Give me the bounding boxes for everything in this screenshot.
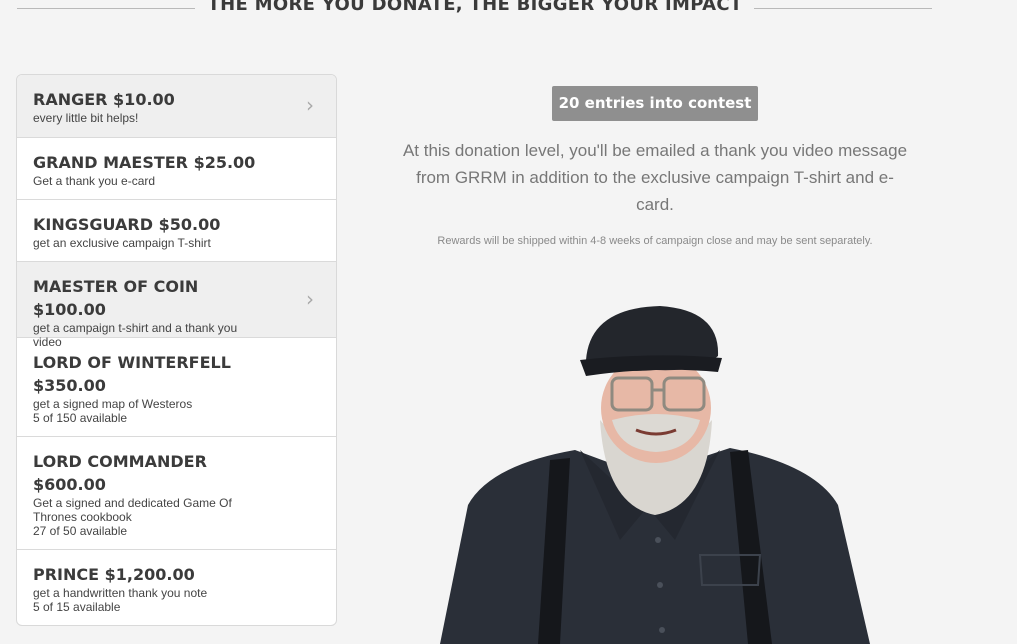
tier-title: GRAND MAESTER $25.00 xyxy=(33,153,256,172)
tier-description: Get a thank you e-card xyxy=(33,174,156,188)
tier-maester-of-coin[interactable]: MAESTER OF COIN $100.00 get a campaign t… xyxy=(17,262,336,349)
tier-title: LORD COMMANDER $600.00 xyxy=(33,452,207,494)
section-heading: THE MORE YOU DONATE, THE BIGGER YOUR IMP… xyxy=(207,0,743,15)
tier-title: LORD OF WINTERFELL $350.00 xyxy=(33,353,231,395)
tier-description: get a signed map of Westeros xyxy=(33,397,193,411)
tier-description: every little bit helps! xyxy=(33,111,139,125)
tier-description: Get a signed and dedicated Game Of Thron… xyxy=(33,496,232,524)
tier-prince[interactable]: PRINCE $1,200.00 get a handwritten thank… xyxy=(17,550,336,625)
tier-title: KINGSGUARD $50.00 xyxy=(33,215,221,234)
tier-kingsguard[interactable]: KINGSGUARD $50.00 get an exclusive campa… xyxy=(17,200,336,262)
tier-title: RANGER $10.00 xyxy=(33,90,175,109)
person-photo xyxy=(430,300,880,644)
tier-description: get a handwritten thank you note xyxy=(33,586,208,600)
tier-description: get an exclusive campaign T-shirt xyxy=(33,236,211,250)
tier-ranger[interactable]: RANGER $10.00 every little bit helps! › xyxy=(17,75,336,138)
tier-grand-maester[interactable]: GRAND MAESTER $25.00 Get a thank you e-c… xyxy=(17,138,336,200)
chevron-right-icon: › xyxy=(306,93,314,117)
tier-title: MAESTER OF COIN $100.00 xyxy=(33,277,199,319)
chevron-right-icon: › xyxy=(306,287,314,311)
section-heading-row: THE MORE YOU DONATE, THE BIGGER YOUR IMP… xyxy=(0,0,1017,24)
shipping-note: Rewards will be shipped within 4-8 weeks… xyxy=(437,235,873,247)
tier-lord-of-winterfell[interactable]: LORD OF WINTERFELL $350.00 get a signed … xyxy=(17,338,336,437)
tier-availability: 5 of 15 available xyxy=(33,600,121,614)
heading-divider-left xyxy=(17,8,195,9)
tier-availability: 5 of 150 available xyxy=(33,411,128,425)
donation-tier-list: RANGER $10.00 every little bit helps! › … xyxy=(16,74,337,626)
entries-badge: 20 entries into contest xyxy=(552,86,758,121)
reward-description: At this donation level, you'll be emaile… xyxy=(402,141,908,214)
heading-divider-right xyxy=(754,8,932,9)
tier-availability: 27 of 50 available xyxy=(33,524,128,538)
tier-lord-commander[interactable]: LORD COMMANDER $600.00 Get a signed and … xyxy=(17,437,336,550)
tier-title: PRINCE $1,200.00 xyxy=(33,565,195,584)
